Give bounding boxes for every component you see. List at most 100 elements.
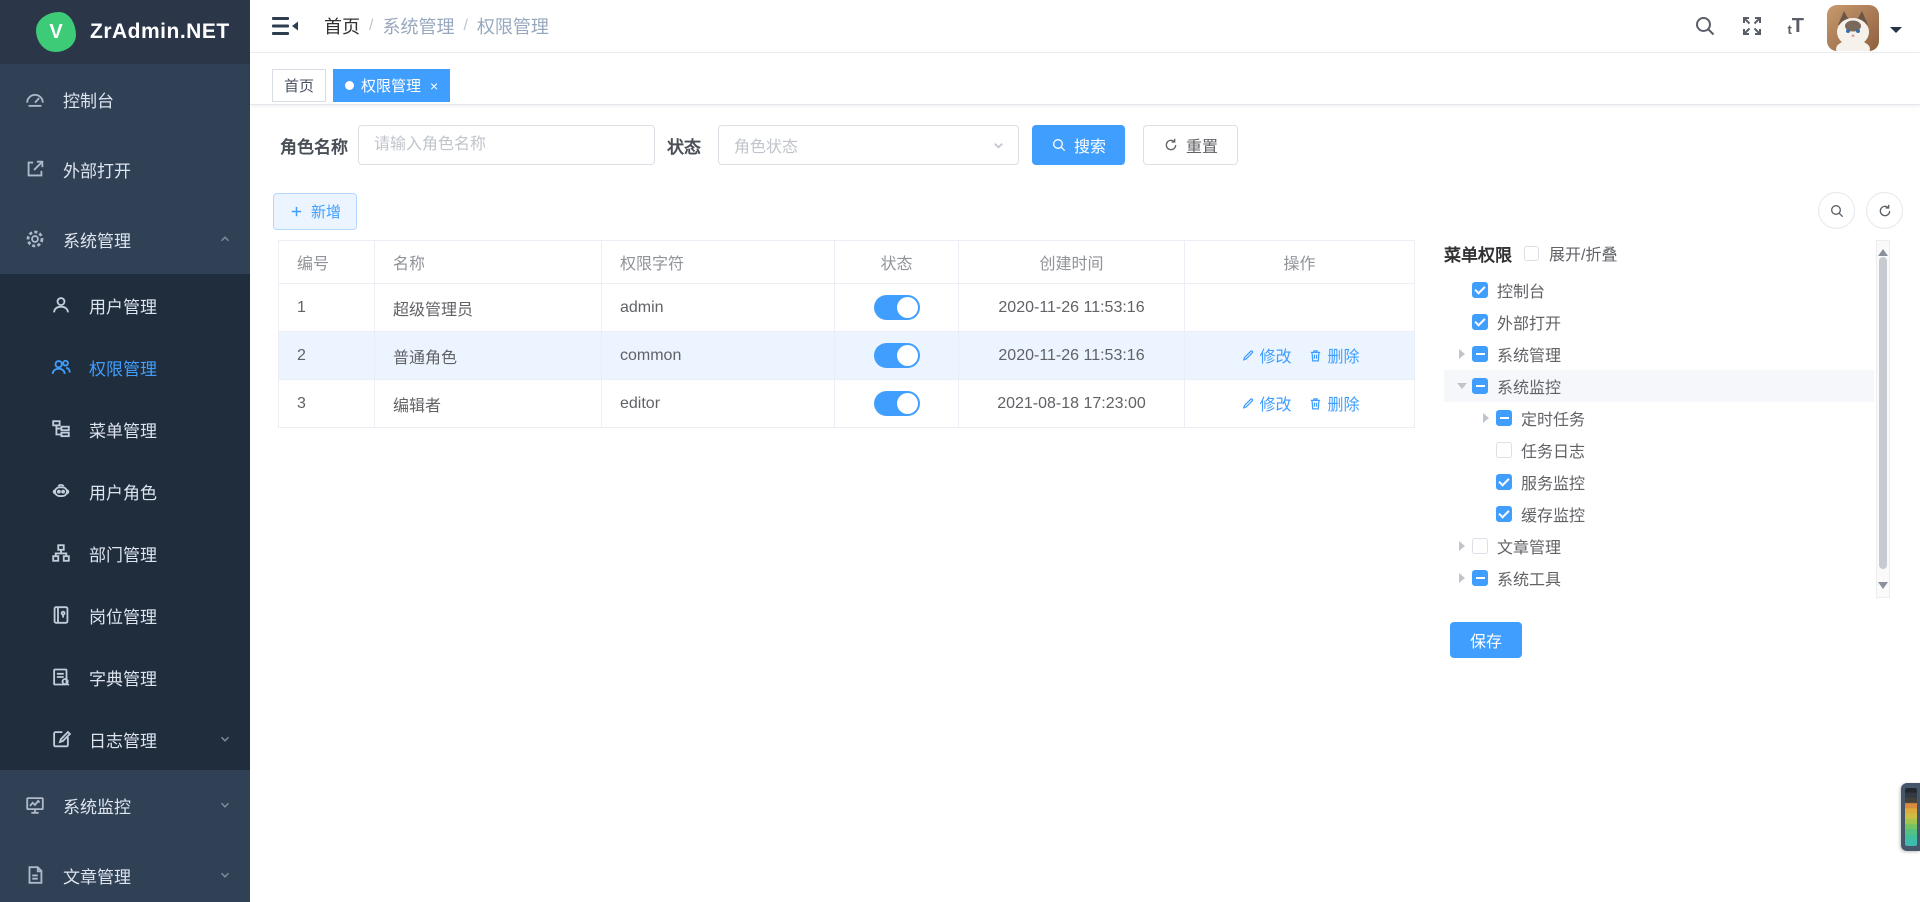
sidebar-item-role-admin[interactable]: 权限管理 [0,336,250,398]
search-toggle-button[interactable] [1818,192,1855,229]
tree-checkbox-checked[interactable] [1472,314,1488,330]
tree-node-外部打开[interactable]: 外部打开 [1444,306,1874,338]
sidebar-item-dept-admin[interactable]: 部门管理 [0,522,250,584]
expander-collapsed-icon[interactable] [1453,569,1471,587]
browser-extension-widget[interactable] [1901,783,1920,851]
log-icon [50,728,72,750]
scrollbar-thumb[interactable] [1879,257,1887,569]
expander-collapsed-icon[interactable] [1453,345,1471,363]
avatar-dropdown-caret[interactable] [1890,27,1902,39]
fullscreen-icon[interactable] [1740,14,1764,38]
sidebar-item-menu-admin[interactable]: 菜单管理 [0,398,250,460]
tree-checkbox-unchecked[interactable] [1496,442,1512,458]
tab-close-icon[interactable]: × [430,79,438,93]
search-icon [1051,137,1067,153]
app-logo[interactable]: V ZrAdmin.NET [0,0,250,64]
save-button[interactable]: 保存 [1450,622,1522,658]
status-toggle[interactable] [874,295,920,320]
scroll-up-arrow-icon[interactable] [1878,244,1888,256]
tab-首页[interactable]: 首页 [272,69,326,102]
sidebar-item-log-admin[interactable]: 日志管理 [0,708,250,770]
tree-node-系统管理[interactable]: 系统管理 [1444,338,1874,370]
tree-node-label: 文章管理 [1497,534,1561,558]
tree-checkbox-checked[interactable] [1472,282,1488,298]
sidebar-item-article-admin[interactable]: 文章管理 [0,840,250,902]
breadcrumb-item[interactable]: 首页 [324,13,360,39]
sidebar-item-external-open[interactable]: 外部打开 [0,134,250,204]
menu-permissions-panel: 菜单权限 展开/折叠 控制台外部打开系统管理系统监控定时任务任务日志服务监控缓存… [1444,240,1906,672]
sidebar-item-dashboard[interactable]: 控制台 [0,64,250,134]
search-icon [1829,203,1845,219]
hamburger-button[interactable] [272,15,298,37]
tree-node-缓存监控[interactable]: 缓存监控 [1444,498,1874,530]
sidebar-item-user-admin[interactable]: 用户管理 [0,274,250,336]
cell-actions: 修改删除 [1185,332,1415,380]
add-button[interactable]: 新增 [273,193,357,230]
cell-role-name: 超级管理员 [375,284,602,332]
tree-node-文章管理[interactable]: 文章管理 [1444,530,1874,562]
search-button[interactable]: 搜索 [1032,125,1125,165]
tree-node-服务监控[interactable]: 服务监控 [1444,466,1874,498]
sidebar-item-label: 字典管理 [89,665,157,690]
tree-node-系统工具[interactable]: 系统工具 [1444,562,1874,594]
tree-node-label: 外部打开 [1497,310,1561,334]
reset-button[interactable]: 重置 [1143,125,1238,165]
status-toggle[interactable] [874,343,920,368]
expand-collapse-checkbox[interactable] [1524,246,1539,261]
table-header-row: 编号名称权限字符状态创建时间操作 [279,241,1415,284]
cell-role-name: 编辑者 [375,380,602,428]
status-select[interactable]: 角色状态 [718,125,1019,165]
sidebar-item-dict-admin[interactable]: 字典管理 [0,646,250,708]
status-toggle[interactable] [874,391,920,416]
avatar[interactable] [1827,5,1879,51]
tree-scrollbar[interactable] [1876,240,1890,598]
dashboard-icon [24,88,46,110]
role-name-input[interactable] [358,125,655,165]
status-label: 状态 [667,133,701,158]
edit-role-link[interactable]: 修改 [1239,343,1291,367]
cell-created-at: 2021-08-18 17:23:00 [959,380,1185,428]
tree-node-系统监控[interactable]: 系统监控 [1444,370,1874,402]
tab-label: 首页 [284,75,314,96]
delete-role-link[interactable]: 删除 [1308,343,1360,367]
tree-node-任务日志[interactable]: 任务日志 [1444,434,1874,466]
active-tab-dot-icon [345,81,354,90]
hamburger-icon [272,15,298,37]
chevron-down-icon [991,138,1006,153]
tab-权限管理[interactable]: 权限管理× [333,69,450,102]
expand-collapse-label[interactable]: 展开/折叠 [1549,241,1617,265]
search-icon[interactable] [1693,14,1717,38]
tree-checkbox-indeterminate[interactable] [1496,410,1512,426]
edit-label: 修改 [1259,343,1291,367]
tree-checkbox-checked[interactable] [1496,474,1512,490]
article-icon [24,864,46,886]
expander-expanded-icon[interactable] [1453,377,1471,395]
breadcrumb-item[interactable]: 系统管理 [382,13,454,39]
tree-checkbox-indeterminate[interactable] [1472,378,1488,394]
column-header: 名称 [375,241,602,284]
tree-node-定时任务[interactable]: 定时任务 [1444,402,1874,434]
expander-collapsed-icon[interactable] [1477,409,1495,427]
sidebar-item-system-monitor[interactable]: 系统监控 [0,770,250,840]
table-row: 2普通角色common2020-11-26 11:53:16修改删除 [279,332,1415,380]
tree-node-控制台[interactable]: 控制台 [1444,274,1874,306]
table-row: 1超级管理员admin2020-11-26 11:53:16 [279,284,1415,332]
filter-form: 角色名称 状态 角色状态 搜索 重置 [280,125,1238,165]
cell-role-id: 1 [279,284,375,332]
tree-table-icon [50,418,72,440]
edit-pencil-icon [1239,396,1254,411]
delete-role-link[interactable]: 删除 [1308,391,1360,415]
scroll-down-arrow-icon[interactable] [1878,582,1888,594]
tree-checkbox-indeterminate[interactable] [1472,570,1488,586]
tree-checkbox-checked[interactable] [1496,506,1512,522]
edit-role-link[interactable]: 修改 [1239,391,1291,415]
sidebar-item-user-role[interactable]: 用户角色 [0,460,250,522]
font-size-icon[interactable]: tT [1787,16,1804,36]
sidebar-item-system-admin[interactable]: 系统管理 [0,204,250,274]
chevron-up-icon [218,232,232,246]
refresh-table-button[interactable] [1866,192,1903,229]
expander-collapsed-icon[interactable] [1453,537,1471,555]
tree-checkbox-indeterminate[interactable] [1472,346,1488,362]
tree-checkbox-unchecked[interactable] [1472,538,1488,554]
sidebar-item-post-admin[interactable]: 岗位管理 [0,584,250,646]
